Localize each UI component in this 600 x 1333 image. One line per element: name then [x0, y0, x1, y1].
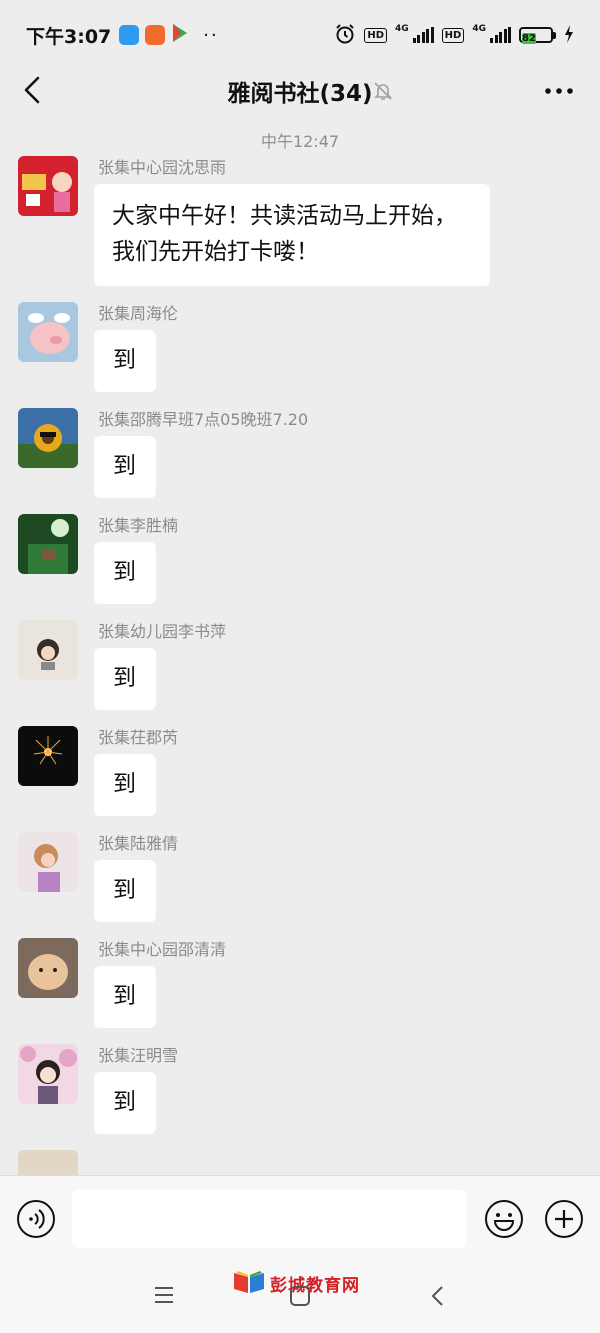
sender-name: 张集邵腾早班7点05晚班7.20	[98, 410, 309, 429]
book-logo-icon	[232, 1267, 266, 1299]
signal-icon	[490, 27, 511, 43]
message-item-partial	[0, 1150, 600, 1175]
message-timestamp: 中午12:47	[260, 132, 340, 151]
avatar[interactable]	[18, 302, 78, 362]
more-options-button[interactable]	[542, 76, 576, 106]
mute-bell-icon	[372, 80, 394, 102]
message-bubble[interactable]: 到	[94, 330, 156, 392]
avatar[interactable]	[18, 832, 78, 892]
hd-badge: HD	[364, 27, 388, 43]
sender-name: 张集汪明雪	[98, 1046, 179, 1065]
alarm-icon	[334, 23, 356, 48]
network-type: 4G	[395, 24, 409, 34]
network-type: 4G	[472, 24, 486, 34]
app-notification-icon	[145, 25, 166, 45]
message-item: 张集陆雅倩 到	[0, 832, 600, 938]
sender-name: 张集中心园沈思雨	[98, 158, 227, 177]
status-time: 下午3:07	[26, 25, 112, 48]
avatar[interactable]	[18, 1044, 78, 1104]
message-bubble[interactable]: 到	[94, 436, 156, 498]
sender-name: 张集中心园邵清清	[98, 940, 227, 959]
hd-badge: HD	[441, 27, 465, 43]
app-notification-icon	[119, 25, 140, 45]
sender-name: 张集李胜楠	[98, 516, 179, 535]
battery-level: 82	[522, 33, 536, 44]
chat-header: 雅阅书社(34)	[0, 70, 600, 110]
input-bar	[0, 1175, 600, 1262]
voice-input-button[interactable]	[16, 1199, 56, 1239]
message-item: 张集汪明雪 到	[0, 1044, 600, 1150]
recent-apps-button[interactable]	[153, 1285, 175, 1305]
avatar[interactable]	[18, 408, 78, 468]
message-bubble[interactable]: 到	[94, 966, 156, 1028]
avatar[interactable]	[18, 620, 78, 680]
avatar[interactable]	[18, 938, 78, 998]
message-item: 张集幼儿园李书萍 到	[0, 620, 600, 726]
message-item: 张集周海伦 到	[0, 302, 600, 408]
sender-name: 张集陆雅倩	[98, 834, 179, 853]
more-functions-button[interactable]	[544, 1199, 584, 1239]
avatar[interactable]	[18, 726, 78, 786]
play-store-icon	[171, 23, 189, 47]
system-nav-bar: 彭城教育网	[0, 1261, 600, 1333]
notification-icons: ··	[119, 23, 218, 47]
battery-icon: 82	[519, 27, 556, 44]
system-back-button[interactable]	[430, 1285, 446, 1307]
message-bubble[interactable]: 到	[94, 1072, 156, 1134]
message-bubble[interactable]: 到	[94, 542, 156, 604]
message-bubble[interactable]: 到	[94, 754, 156, 816]
signal-icon	[412, 27, 434, 43]
home-button[interactable]	[289, 1285, 311, 1307]
sender-name: 张集幼儿园李书萍	[98, 622, 227, 641]
message-bubble[interactable]: 到	[94, 648, 156, 710]
more-notifications-icon: ··	[203, 24, 219, 46]
message-bubble[interactable]: 大家中午好！共读活动马上开始，我们先开始打卡喽！	[94, 184, 490, 286]
chat-messages[interactable]: 中午12:47 张集中心园沈思雨 大家中午好！共读活动马上开始，我们先开始打卡喽…	[0, 110, 600, 1175]
status-bar: 下午3:07 ·· HD 4G HD 4G 82	[0, 0, 600, 70]
message-item: 张集邵腾早班7点05晚班7.20 到	[0, 408, 600, 514]
emoji-button[interactable]	[484, 1199, 524, 1239]
charging-icon	[564, 24, 574, 46]
sender-name: 张集茌郡芮	[98, 728, 179, 747]
message-item: 张集李胜楠 到	[0, 514, 600, 620]
sender-name: 张集周海伦	[98, 304, 179, 323]
avatar[interactable]	[18, 156, 78, 216]
watermark-text: 彭城教育网	[270, 1275, 360, 1296]
avatar[interactable]	[18, 1150, 78, 1175]
avatar[interactable]	[18, 514, 78, 574]
message-item: 张集茌郡芮 到	[0, 726, 600, 832]
status-indicators: HD 4G HD 4G 82	[334, 23, 574, 48]
chat-title: 雅阅书社(34)	[227, 81, 373, 107]
message-item: 张集中心园邵清清 到	[0, 938, 600, 1044]
message-bubble[interactable]: 到	[94, 860, 156, 922]
message-item: 张集中心园沈思雨 大家中午好！共读活动马上开始，我们先开始打卡喽！	[0, 156, 600, 302]
message-input[interactable]	[72, 1190, 466, 1248]
